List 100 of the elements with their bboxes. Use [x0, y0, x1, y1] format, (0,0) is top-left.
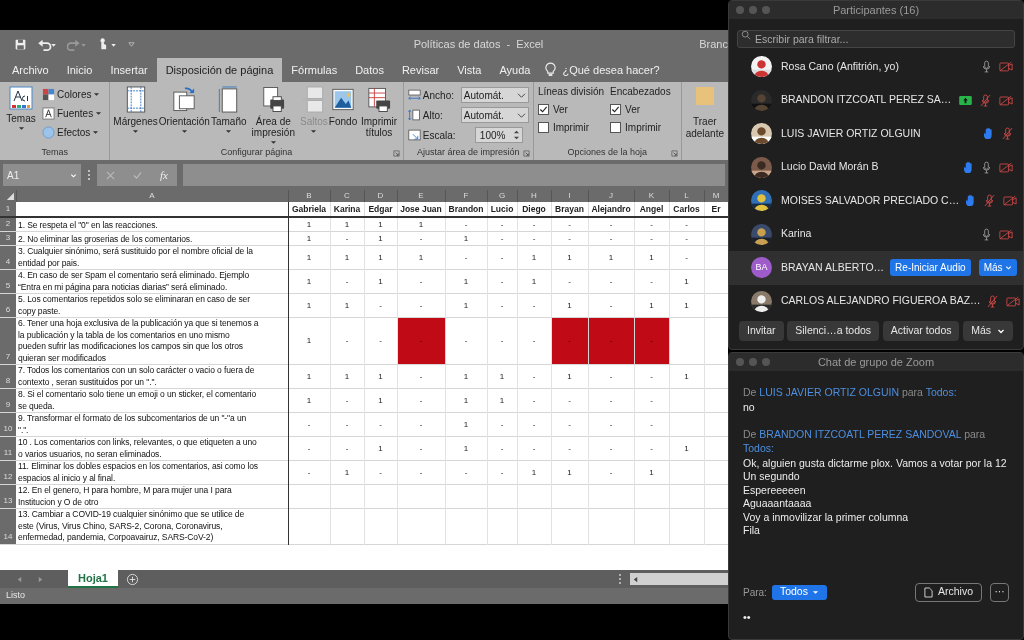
add-sheet-icon[interactable]	[125, 572, 139, 586]
participant-row[interactable]: Lucio David Morán B	[729, 150, 1023, 184]
sheet-tab[interactable]: Hoja1	[68, 570, 118, 588]
message-input[interactable]: ••	[743, 609, 1009, 625]
column-header[interactable]: D	[364, 190, 397, 202]
row-header[interactable]: 14	[0, 508, 16, 544]
column-header[interactable]: G	[487, 190, 517, 202]
footer-button[interactable]: Más	[963, 321, 1013, 341]
theme-option-button[interactable]: Fuentes	[42, 105, 103, 122]
row-header[interactable]: 8	[0, 364, 16, 389]
tell-me-field[interactable]: ¿Qué desea hacer?	[556, 58, 666, 82]
microphone-icon[interactable]	[982, 60, 991, 74]
formula-input[interactable]	[183, 164, 725, 186]
participant-row[interactable]: Rosa Cano (Anfitrión, yo)	[729, 50, 1023, 84]
next-sheet-icon[interactable]	[37, 575, 44, 583]
recipient-dropdown[interactable]: Todos	[771, 584, 827, 600]
search-field[interactable]: Escribir para filtrar...	[737, 30, 1015, 48]
touch-mode-icon[interactable]	[97, 37, 117, 51]
theme-option-button[interactable]: Efectos	[42, 124, 103, 141]
ribbon-button[interactable]: Tamaño	[210, 86, 247, 135]
ribbon-tab[interactable]: Disposición de página	[156, 58, 283, 82]
ribbon-tab[interactable]: Ayuda	[490, 58, 540, 82]
column-header[interactable]: C	[330, 190, 364, 202]
participant-row[interactable]: BA BRAYAN ALBERTO… Re-Iniciar Audio Más	[729, 251, 1023, 285]
ribbon-tab[interactable]: Revisar	[392, 58, 449, 82]
ribbon-tab[interactable]: Fórmulas	[282, 58, 347, 82]
option-checkbox[interactable]: Imprimir	[537, 120, 605, 135]
column-header[interactable]: J	[588, 190, 634, 202]
dialog-launcher-icon[interactable]	[522, 150, 530, 157]
microphone-icon[interactable]	[982, 160, 991, 174]
horizontal-scrollbar[interactable]	[630, 573, 728, 585]
video-off-icon[interactable]	[1003, 195, 1018, 207]
column-header[interactable]: H	[517, 190, 551, 202]
ribbon-button[interactable]: Márgenes	[113, 86, 158, 135]
select-all-icon[interactable]	[6, 192, 14, 200]
row-header[interactable]: 10	[0, 412, 16, 437]
muted-microphone-icon[interactable]	[986, 294, 998, 308]
row-header[interactable]: 5	[0, 269, 16, 294]
ribbon-button[interactable]: Área de impresión	[247, 86, 300, 146]
row-header[interactable]: 9	[0, 388, 16, 413]
ribbon-tab[interactable]: Archivo	[3, 58, 58, 82]
theme-option-button[interactable]: Colores	[42, 86, 103, 103]
undo-icon[interactable]	[37, 37, 57, 51]
dropdown-field[interactable]: Automát.	[460, 107, 529, 123]
muted-microphone-icon[interactable]	[980, 93, 991, 107]
themes-button[interactable]: Temas	[4, 86, 38, 132]
ribbon-tab[interactable]: Insertar	[101, 58, 157, 82]
column-header[interactable]: L	[669, 190, 704, 202]
insert-function-button[interactable]: fx	[160, 166, 168, 184]
video-off-icon[interactable]	[999, 94, 1013, 106]
column-header[interactable]: B	[288, 190, 330, 202]
dropdown-field[interactable]: Automát.	[460, 87, 529, 103]
save-icon[interactable]	[14, 37, 27, 51]
ribbon-tab[interactable]: Vista	[448, 58, 491, 82]
file-button[interactable]: Archivo	[915, 582, 982, 602]
ribbon-button[interactable]: Orientación	[158, 86, 210, 135]
lightbulb-icon[interactable]	[545, 62, 557, 77]
customize-toolbar-icon[interactable]	[127, 40, 136, 48]
muted-microphone-icon[interactable]	[1002, 127, 1013, 141]
row-header[interactable]: 1	[0, 202, 16, 217]
video-off-icon[interactable]	[999, 161, 1013, 173]
column-header[interactable]: E	[397, 190, 445, 202]
column-header[interactable]: I	[551, 190, 588, 202]
row-header[interactable]: 12	[0, 460, 16, 485]
dialog-launcher-icon[interactable]	[670, 150, 678, 157]
row-header[interactable]: 6	[0, 293, 16, 318]
row-header[interactable]: 7	[0, 317, 16, 365]
ribbon-button[interactable]: Imprimir títulos	[358, 86, 400, 138]
option-checkbox[interactable]: Ver	[537, 102, 605, 117]
participant-row[interactable]: MOISES SALVADOR PRECIADO C…	[729, 184, 1023, 218]
cancel-icon[interactable]	[106, 170, 115, 180]
scroll-left-icon[interactable]	[632, 575, 639, 583]
bring-forward-button[interactable]: Traer adelante	[685, 86, 724, 140]
microphone-icon[interactable]	[982, 227, 991, 241]
dialog-launcher-icon[interactable]	[392, 150, 400, 157]
muted-microphone-icon[interactable]	[984, 194, 996, 208]
video-off-icon[interactable]	[999, 228, 1013, 240]
ribbon-button[interactable]: Fondo	[328, 86, 358, 127]
participant-row[interactable]: Karina	[729, 217, 1023, 251]
enter-icon[interactable]	[133, 170, 142, 180]
video-off-icon[interactable]	[1005, 295, 1020, 307]
redo-icon[interactable]	[67, 37, 87, 51]
participant-row[interactable]: BRANDON ITZCOATL PEREZ SA…	[729, 83, 1023, 117]
option-checkbox[interactable]: Ver	[610, 102, 671, 117]
row-header[interactable]: 4	[0, 245, 16, 270]
participant-row[interactable]: LUIS JAVIER ORTIZ OLGUIN	[729, 117, 1023, 151]
spinner-icon[interactable]	[512, 129, 520, 141]
footer-button[interactable]: Silenci…a todos	[787, 321, 880, 341]
participant-row[interactable]: CARLOS ALEJANDRO FIGUEROA BAZ…	[729, 284, 1023, 318]
resize-handle-icon[interactable]	[87, 168, 91, 182]
participant-action-button[interactable]: Re-Iniciar Audio	[890, 259, 971, 277]
column-header[interactable]: A	[16, 190, 288, 202]
column-header[interactable]: K	[634, 190, 669, 202]
footer-button[interactable]: Activar todos	[882, 321, 960, 341]
name-box[interactable]: A1	[3, 164, 81, 186]
previous-sheet-icon[interactable]	[16, 575, 23, 583]
row-header[interactable]: 11	[0, 436, 16, 461]
ribbon-tab[interactable]: Inicio	[57, 58, 102, 82]
option-checkbox[interactable]: Imprimir	[610, 120, 671, 135]
video-off-icon[interactable]	[999, 61, 1013, 73]
